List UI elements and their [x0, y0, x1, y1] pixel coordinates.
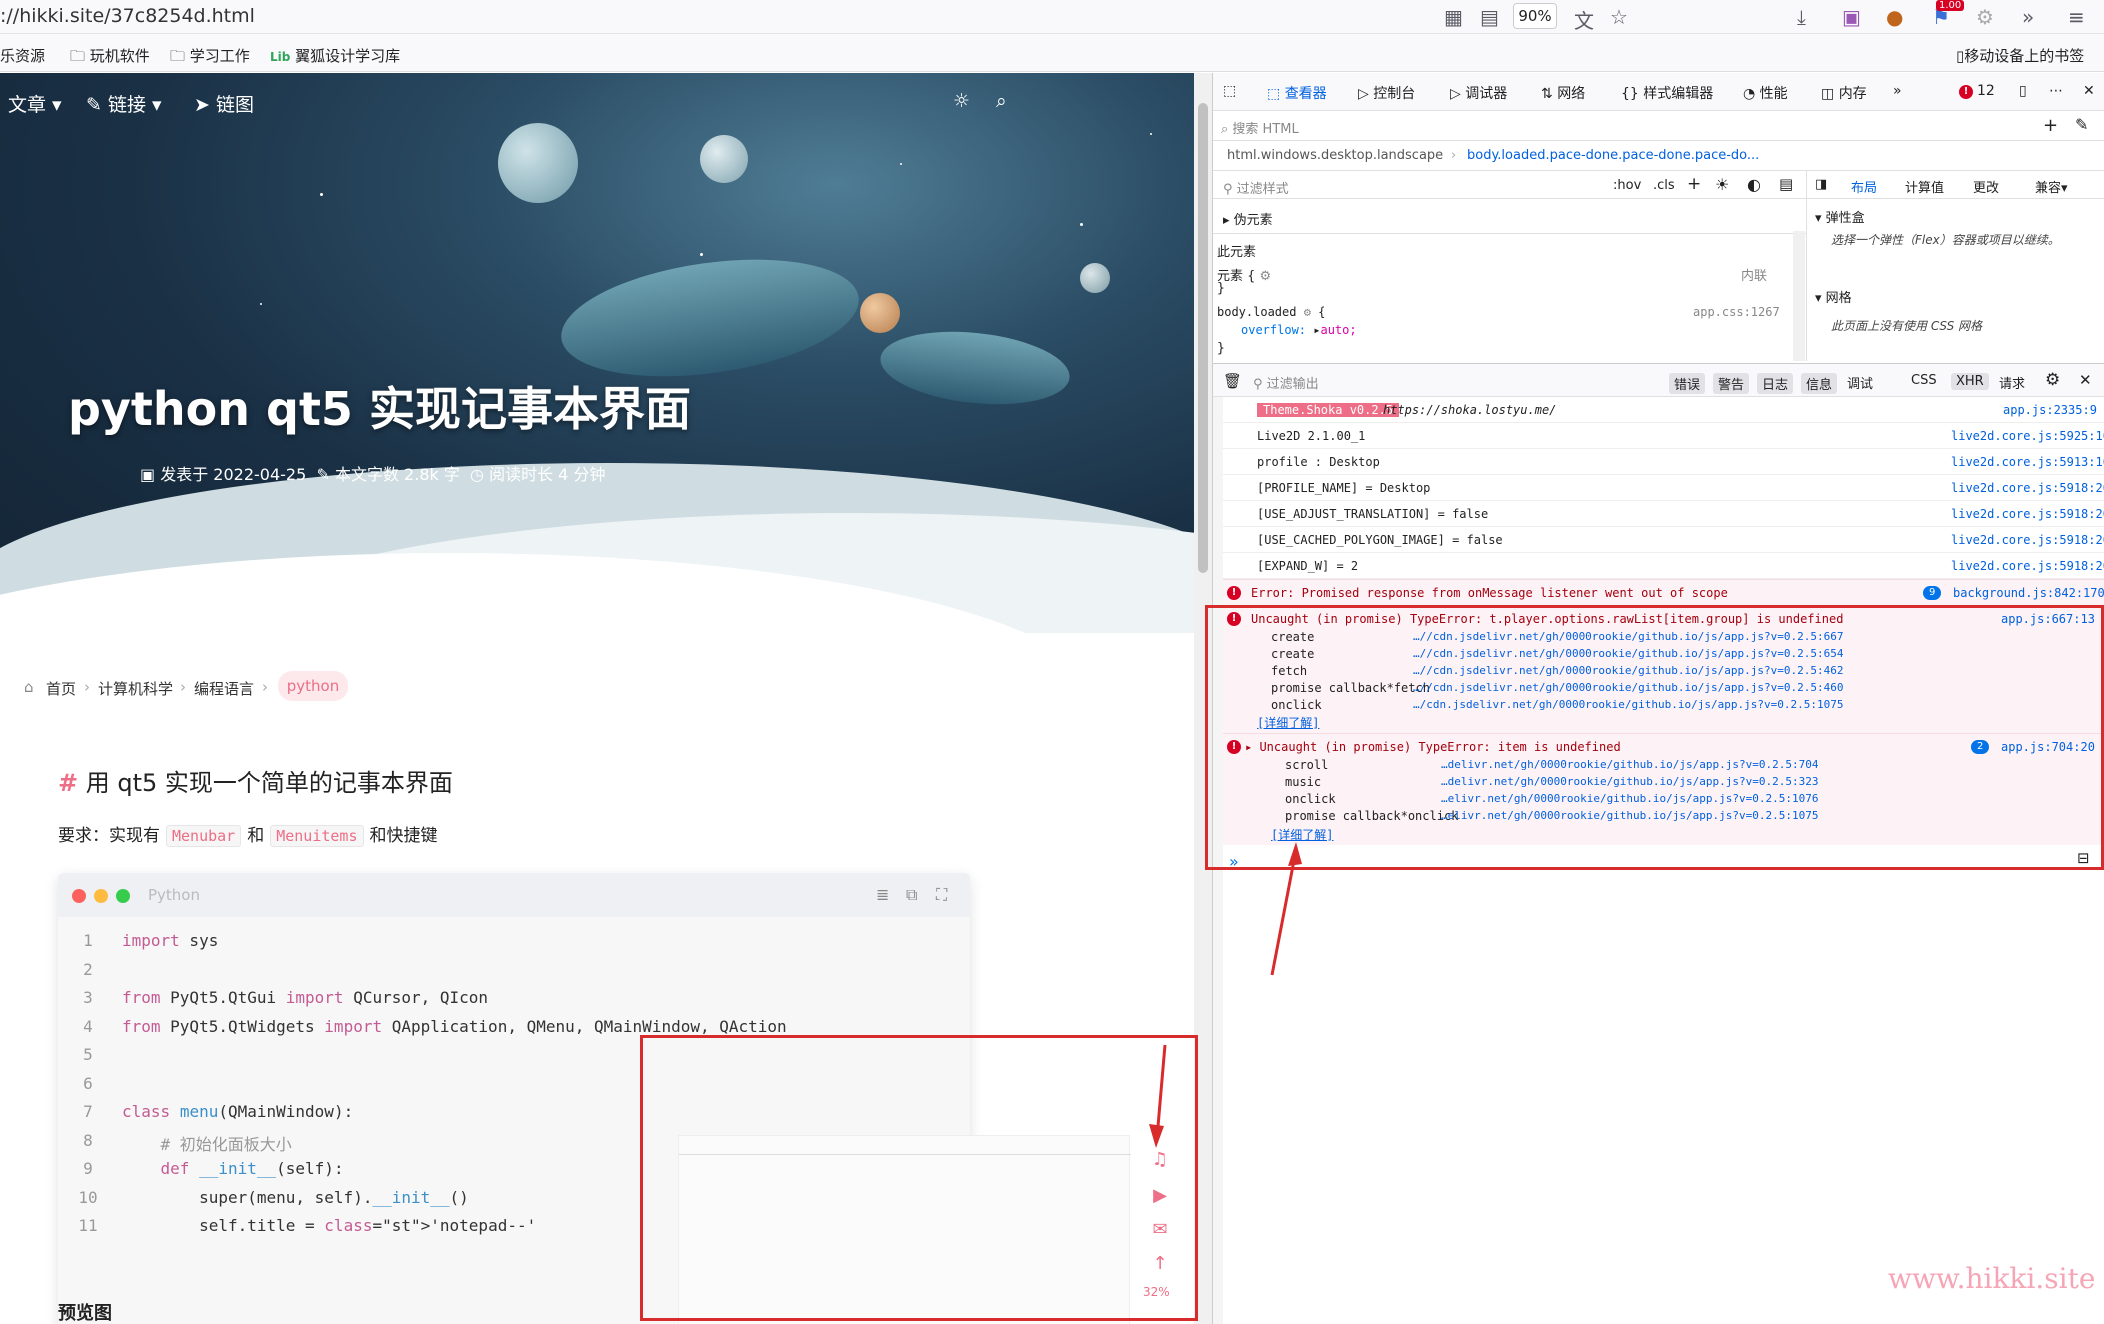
annotation-arrow: [1270, 849, 1298, 976]
watermark: www.hikki.site: [1888, 1262, 2096, 1295]
annotation-arrowhead: [1149, 1124, 1164, 1148]
annotation-arrows: [1149, 842, 1302, 1148]
annotation-arrowhead: [1288, 842, 1302, 866]
annotation-arrow: [1155, 1044, 1167, 1139]
